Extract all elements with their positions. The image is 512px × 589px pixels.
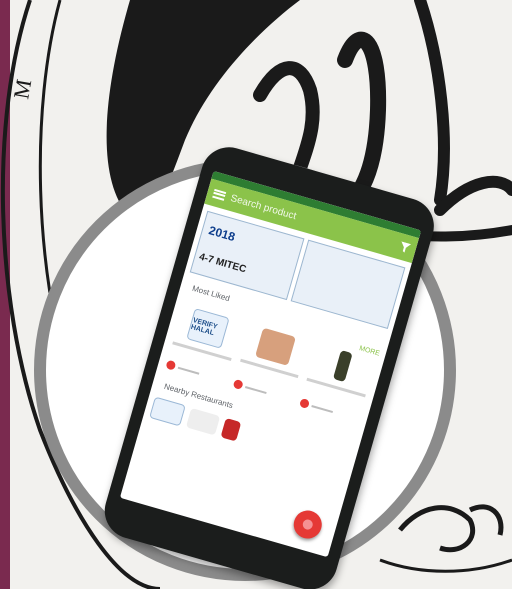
product-card[interactable] (296, 343, 378, 430)
halal-app-promo-image: M L Search product 2018 4-7 MITEC (0, 0, 512, 589)
favorite-count[interactable] (299, 397, 334, 416)
fab-icon[interactable] (290, 507, 326, 542)
phone-layer: Search product 2018 4-7 MITEC Most Liked (0, 0, 512, 589)
smartphone: Search product 2018 4-7 MITEC Most Liked (98, 140, 441, 589)
favorite-count-text (244, 385, 267, 394)
favorite-count-text (311, 404, 334, 413)
event-year: 2018 (207, 223, 237, 245)
event-venue: 4-7 MITEC (198, 252, 248, 276)
favorite-count[interactable] (165, 359, 200, 378)
product-photo-person (255, 327, 296, 366)
product-name (172, 341, 232, 361)
restaurant-logo[interactable] (149, 396, 186, 427)
product-name (239, 358, 299, 379)
favorite-count[interactable] (232, 378, 267, 397)
restaurant-logo[interactable] (185, 407, 221, 436)
heart-icon[interactable] (299, 397, 311, 410)
event-venue-name: MITEC (214, 256, 248, 276)
product-card[interactable] (229, 323, 311, 410)
filter-icon[interactable] (399, 241, 412, 253)
heart-icon[interactable] (232, 378, 244, 390)
phone-screen: Search product 2018 4-7 MITEC Most Liked (119, 170, 422, 558)
heart-icon[interactable] (165, 359, 177, 371)
product-photo-bottle (332, 349, 353, 383)
product-card[interactable]: VERIFY HALAL (162, 304, 244, 391)
menu-icon[interactable] (212, 188, 227, 201)
event-dates: 4-7 (197, 251, 215, 267)
restaurant-logo[interactable] (220, 417, 242, 442)
favorite-count-text (177, 366, 200, 375)
verify-halal-logo: VERIFY HALAL (186, 308, 230, 349)
product-name (306, 377, 366, 398)
